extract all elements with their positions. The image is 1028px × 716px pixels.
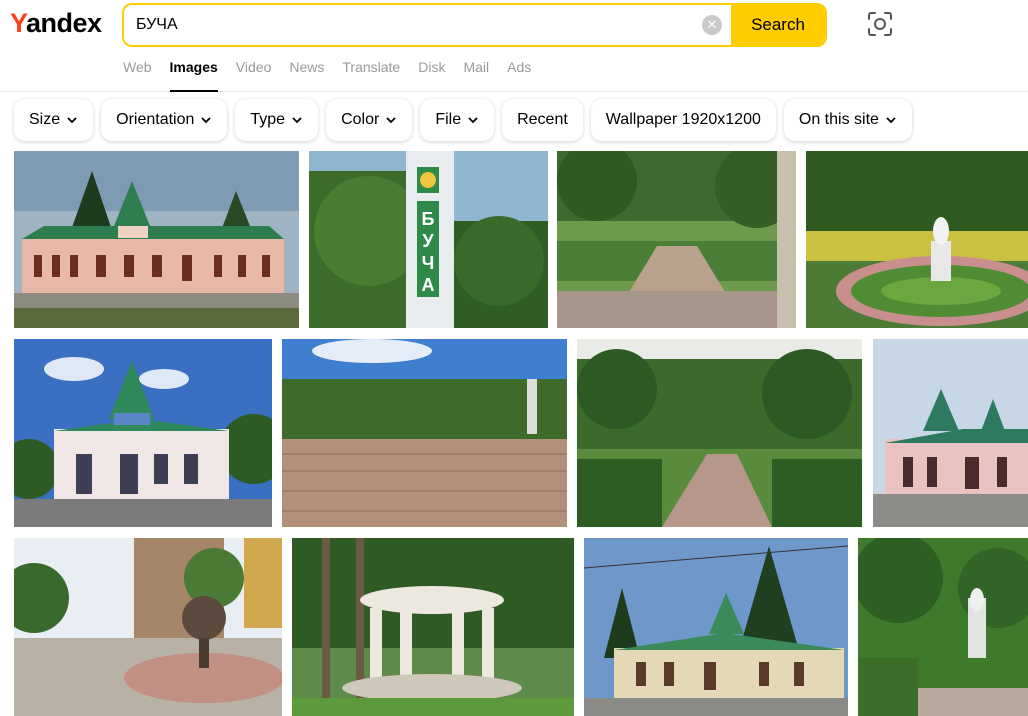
- tab-web[interactable]: Web: [123, 58, 152, 92]
- tab-ads[interactable]: Ads: [507, 58, 531, 92]
- tab-disk[interactable]: Disk: [418, 58, 445, 92]
- image-result[interactable]: Б У Ч А: [309, 151, 548, 328]
- chevron-down-icon: [886, 117, 896, 124]
- search-box: ✕ Search: [122, 3, 827, 47]
- station-side-thumbnail: [873, 339, 1028, 527]
- sphere-sculpture-thumbnail: [14, 538, 282, 716]
- image-result[interactable]: [282, 339, 567, 527]
- station-spruce-thumbnail: [584, 538, 848, 716]
- svg-text:Ч: Ч: [422, 253, 435, 273]
- filter-file[interactable]: File: [420, 99, 495, 141]
- filter-color-label: Color: [341, 111, 380, 128]
- filter-on-this-site-label: On this site: [798, 111, 879, 128]
- search-input[interactable]: [136, 5, 696, 45]
- filter-wallpaper[interactable]: Wallpaper 1920x1200: [590, 99, 776, 141]
- search-tabs: Web Images Video News Translate Disk Mai…: [123, 58, 549, 92]
- filter-bar: Size Orientation Type Color File Recent …: [14, 99, 912, 141]
- image-result[interactable]: [14, 339, 272, 527]
- filter-orientation[interactable]: Orientation: [101, 99, 228, 141]
- park-statue-thumbnail: [858, 538, 1028, 716]
- park-alley-thumbnail: [577, 339, 862, 527]
- image-result[interactable]: [14, 151, 299, 328]
- filter-wallpaper-label: Wallpaper 1920x1200: [605, 111, 761, 128]
- chevron-down-icon: [292, 117, 302, 124]
- image-result[interactable]: [557, 151, 796, 328]
- image-result[interactable]: [577, 339, 862, 527]
- image-result[interactable]: [584, 538, 848, 716]
- header: Yandex ✕ Search Web Images Video News Tr…: [0, 0, 1028, 92]
- tab-images[interactable]: Images: [169, 58, 219, 92]
- chevron-down-icon: [386, 117, 396, 124]
- search-button[interactable]: Search: [731, 5, 825, 45]
- filter-recent[interactable]: Recent: [502, 99, 583, 141]
- chevron-down-icon: [201, 117, 212, 124]
- filter-type-label: Type: [250, 111, 286, 128]
- filter-color[interactable]: Color: [326, 99, 413, 141]
- tab-news[interactable]: News: [289, 58, 324, 92]
- svg-text:У: У: [422, 231, 434, 251]
- camera-search-icon[interactable]: [866, 10, 894, 38]
- rotunda-thumbnail: [292, 538, 574, 716]
- filter-recent-label: Recent: [517, 111, 568, 128]
- tab-video[interactable]: Video: [236, 58, 272, 92]
- image-result[interactable]: [292, 538, 574, 716]
- park-path-thumbnail: [557, 151, 796, 328]
- filter-orientation-label: Orientation: [116, 111, 195, 128]
- svg-text:А: А: [422, 275, 435, 295]
- filter-file-label: File: [435, 111, 462, 128]
- bucha-sign-thumbnail: Б У Ч А: [309, 151, 548, 328]
- image-result[interactable]: [14, 538, 282, 716]
- chevron-down-icon: [67, 117, 77, 124]
- paved-square-thumbnail: [282, 339, 567, 527]
- station-building-thumbnail: [14, 151, 299, 328]
- image-result[interactable]: [858, 538, 1028, 716]
- clear-icon[interactable]: ✕: [702, 15, 722, 35]
- image-result[interactable]: [806, 151, 1028, 328]
- filter-size-label: Size: [29, 111, 61, 128]
- filter-type[interactable]: Type: [235, 99, 319, 141]
- image-result[interactable]: [873, 339, 1028, 527]
- statue-garden-thumbnail: [806, 151, 1028, 328]
- filter-on-this-site[interactable]: On this site: [783, 99, 912, 141]
- station-blue-sky-thumbnail: [14, 339, 272, 527]
- yandex-logo[interactable]: Yandex: [10, 8, 102, 39]
- chevron-down-icon: [468, 117, 478, 124]
- tab-mail[interactable]: Mail: [463, 58, 489, 92]
- filter-size[interactable]: Size: [14, 99, 94, 141]
- tab-translate[interactable]: Translate: [342, 58, 400, 92]
- svg-text:Б: Б: [422, 209, 435, 229]
- yandex-images-page: Yandex ✕ Search Web Images Video News Tr…: [0, 0, 1028, 716]
